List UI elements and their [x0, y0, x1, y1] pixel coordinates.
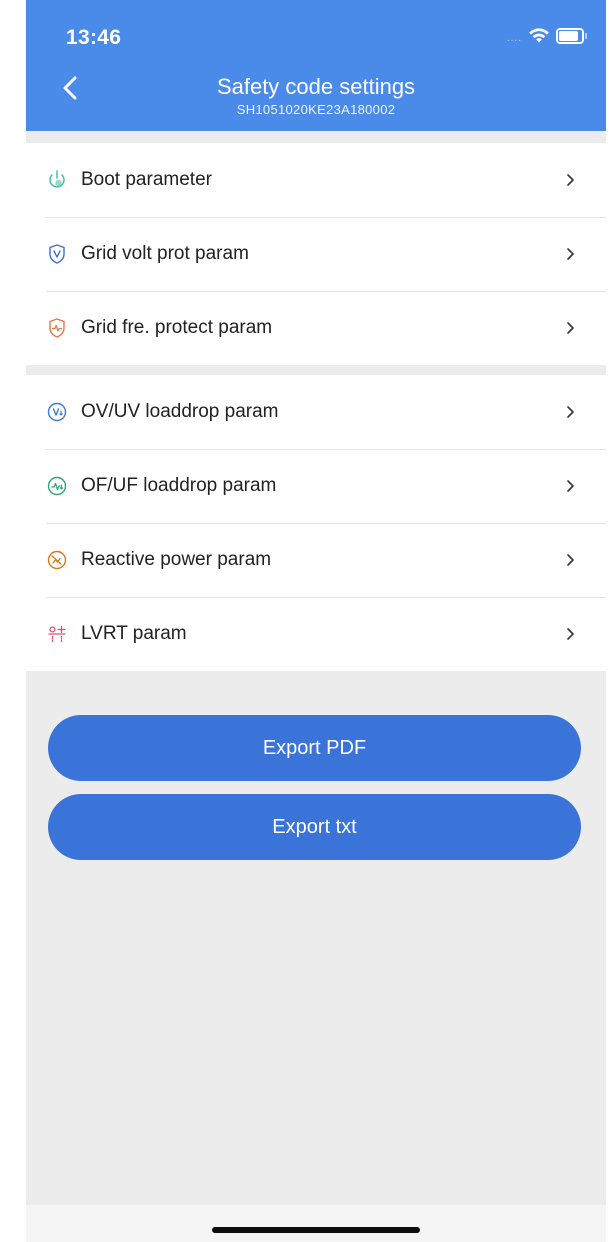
row-label: OV/UV loaddrop param	[81, 401, 279, 422]
grid-fre-protect-row[interactable]: Grid fre. protect param	[26, 291, 606, 365]
settings-group-loaddrop: OV/UV loaddrop param OF/UF loaddrop para…	[26, 375, 606, 671]
battery-icon	[556, 28, 587, 44]
app-view: 13:46 .... Safety code settings SH105102…	[26, 0, 606, 1242]
voltage-drop-icon	[47, 402, 67, 422]
of-uf-loaddrop-row[interactable]: OF/UF loaddrop param	[26, 449, 606, 523]
header-bar: 13:46 .... Safety code settings SH105102…	[26, 0, 606, 131]
row-label: LVRT param	[81, 623, 187, 644]
reactive-power-row[interactable]: Reactive power param	[26, 523, 606, 597]
phone-screen: 13:46 .... Safety code settings SH105102…	[0, 0, 613, 1242]
chevron-right-icon	[567, 554, 574, 566]
home-indicator[interactable]	[212, 1227, 420, 1233]
chevron-right-icon	[567, 248, 574, 260]
status-icons: ....	[506, 26, 587, 46]
device-serial: SH1051020KE23A180002	[236, 102, 396, 117]
signal-icon: ....	[506, 32, 522, 44]
row-label: Reactive power param	[81, 549, 272, 570]
shield-wave-icon	[49, 318, 65, 338]
row-label: Boot parameter	[81, 169, 212, 190]
ov-uv-loaddrop-row[interactable]: OV/UV loaddrop param	[26, 375, 606, 449]
lvrt-icon	[48, 625, 66, 643]
wifi-icon	[529, 28, 549, 43]
export-txt-button[interactable]: Export txt	[48, 794, 581, 860]
frequency-drop-icon	[47, 476, 67, 496]
boot-parameter-row[interactable]: Boot parameter	[26, 143, 606, 217]
grid-volt-prot-row[interactable]: Grid volt prot param	[26, 217, 606, 291]
lvrt-row[interactable]: LVRT param	[26, 597, 606, 671]
chevron-right-icon	[567, 174, 574, 186]
reactive-power-icon	[47, 550, 67, 570]
boot-icon	[49, 170, 65, 188]
chevron-right-icon	[567, 322, 574, 334]
settings-group-protection: Boot parameter Grid volt prot param Grid…	[26, 143, 606, 365]
bottom-safe-area	[26, 1205, 606, 1242]
shield-v-icon	[49, 244, 65, 264]
chevron-right-icon	[567, 480, 574, 492]
export-pdf-button[interactable]: Export PDF	[48, 715, 581, 781]
row-label: Grid volt prot param	[81, 243, 249, 264]
page-title: Safety code settings	[216, 74, 416, 99]
row-label: Grid fre. protect param	[81, 317, 273, 338]
chevron-right-icon	[567, 406, 574, 418]
chevron-right-icon	[567, 628, 574, 640]
status-time: 13:46	[66, 26, 122, 49]
row-label: OF/UF loaddrop param	[81, 475, 277, 496]
